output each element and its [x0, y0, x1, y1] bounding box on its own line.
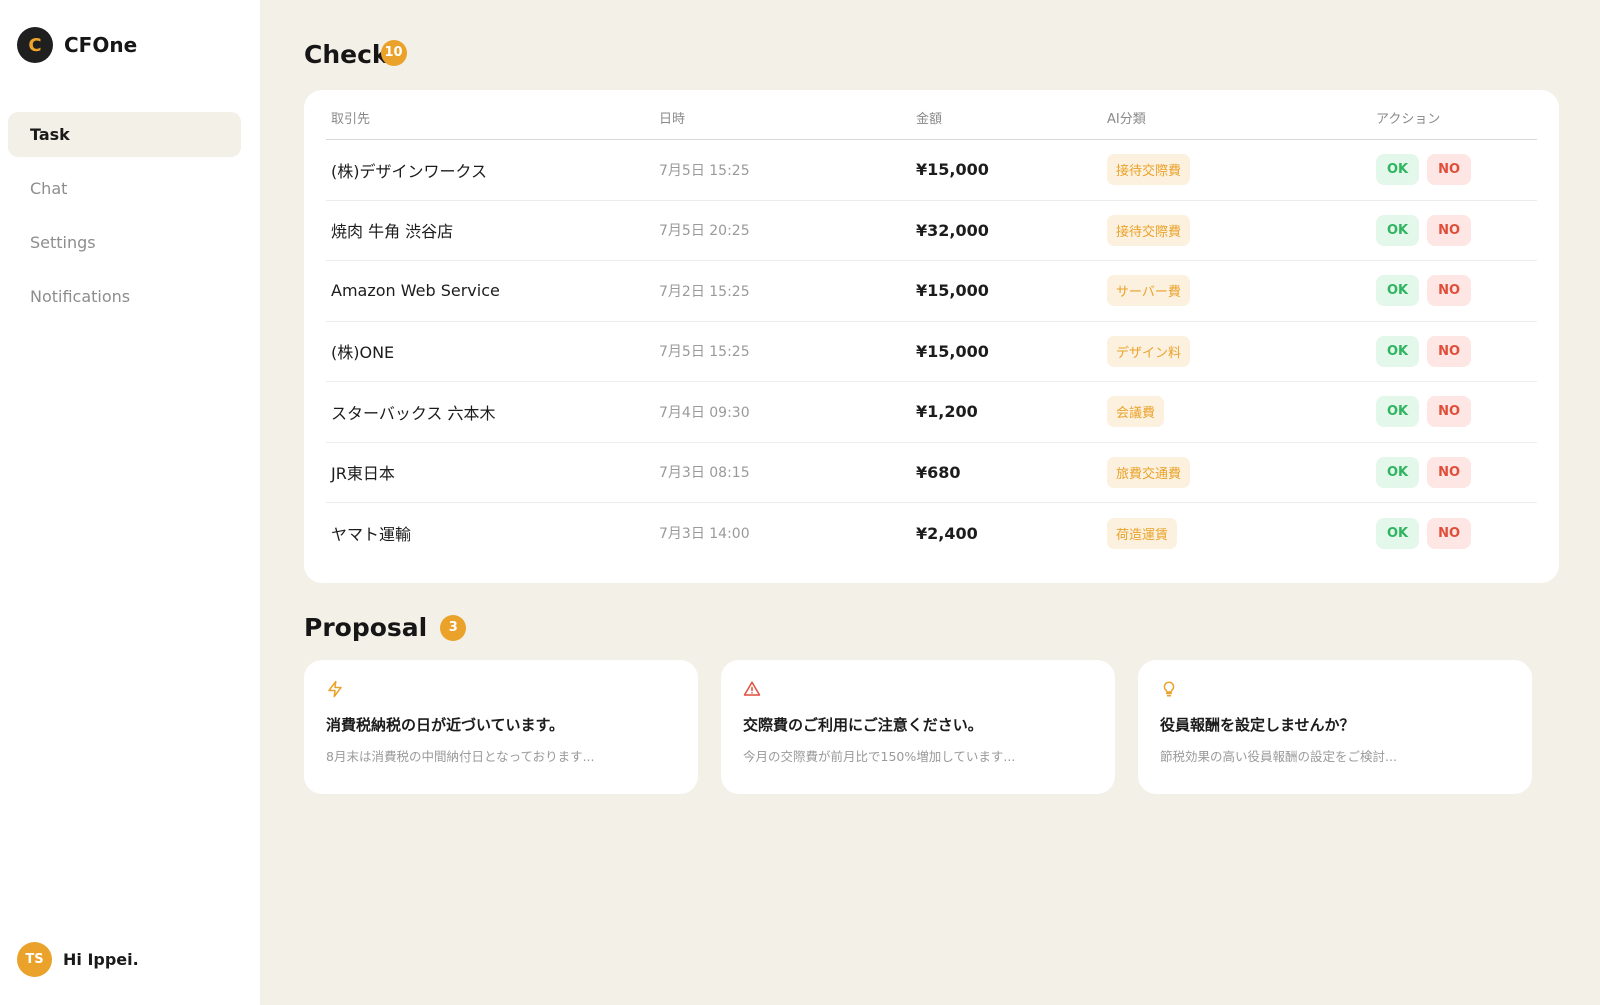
partner-cell: JR東日本 — [331, 464, 395, 484]
action-buttons: OK NO — [1376, 154, 1472, 186]
proposal-card-description: 8月末は消費税の中間納付日となっております... — [326, 749, 595, 764]
ai-category-tag: 会議費 — [1107, 396, 1165, 428]
table-row: Amazon Web Service 7月2日 15:25 ¥15,000 サーバー費… — [326, 261, 1537, 322]
ai-category-tag: デザイン料 — [1107, 335, 1191, 367]
partner-cell: 焼肉 牛角 渋谷店 — [331, 222, 454, 242]
datetime-cell: 7月5日 15:25 — [659, 162, 750, 179]
column-header-amount: 金額 — [916, 112, 943, 127]
action-buttons: OK NO — [1376, 517, 1472, 549]
avatar: TS — [17, 942, 52, 977]
amount-cell: ¥1,200 — [916, 402, 978, 422]
datetime-cell: 7月5日 15:25 — [659, 344, 750, 361]
sidebar-nav: Task Chat Settings Notifications — [8, 112, 241, 328]
table-row: (株)デザインワークス 7月5日 15:25 ¥15,000 接待交際費 OK NO — [326, 140, 1537, 201]
partner-cell: (株)ONE — [331, 343, 395, 363]
ok-button[interactable]: OK — [1376, 214, 1420, 246]
ai-category-tag: 旅費交通費 — [1107, 456, 1191, 488]
brand[interactable]: C CFOne — [17, 27, 137, 63]
ok-button[interactable]: OK — [1376, 275, 1420, 307]
brand-name: CFOne — [64, 33, 138, 57]
amount-cell: ¥32,000 — [916, 220, 989, 240]
ok-button[interactable]: OK — [1376, 517, 1420, 549]
lightning-icon — [328, 680, 342, 698]
ok-button[interactable]: OK — [1376, 335, 1420, 367]
proposal-cards: 消費税納税の日が近づいています。 8月末は消費税の中間納付日となっております..… — [304, 660, 1532, 794]
partner-cell: スターバックス 六本木 — [331, 403, 496, 423]
proposal-title: Proposal — [304, 613, 428, 642]
amount-cell: ¥15,000 — [916, 341, 989, 361]
amount-cell: ¥680 — [916, 462, 961, 482]
no-button[interactable]: NO — [1427, 214, 1472, 246]
check-section-header: Check 10 — [304, 39, 407, 69]
no-button[interactable]: NO — [1427, 275, 1472, 307]
datetime-cell: 7月5日 20:25 — [659, 223, 750, 240]
action-buttons: OK NO — [1376, 456, 1472, 488]
no-button[interactable]: NO — [1427, 154, 1472, 186]
datetime-cell: 7月3日 14:00 — [659, 526, 750, 543]
partner-cell: ヤマト運輸 — [331, 525, 412, 545]
proposal-card-description: 今月の交際費が前月比で150%増加しています... — [743, 749, 1016, 764]
amount-cell: ¥15,000 — [916, 281, 989, 301]
check-title: Check — [304, 40, 389, 69]
amount-cell: ¥2,400 — [916, 523, 978, 543]
action-buttons: OK NO — [1376, 335, 1472, 367]
proposal-section-header: Proposal 3 — [304, 613, 467, 642]
table-header: 取引先 日時 金額 AI分類 アクション — [326, 90, 1537, 140]
sidebar: C CFOne Task Chat Settings Notifications… — [0, 0, 260, 1005]
proposal-count-badge: 3 — [440, 614, 467, 641]
ai-category-tag: 荷造運賃 — [1107, 517, 1178, 549]
no-button[interactable]: NO — [1427, 396, 1472, 428]
brand-logo: C — [17, 27, 53, 63]
partner-cell: Amazon Web Service — [331, 281, 500, 301]
ai-category-tag: サーバー費 — [1107, 275, 1190, 307]
column-header-partner: 取引先 — [331, 112, 371, 127]
table-row: JR東日本 7月3日 08:15 ¥680 旅費交通費 OK NO — [326, 443, 1537, 503]
ai-category-tag: 接待交際費 — [1107, 214, 1191, 246]
proposal-card[interactable]: 消費税納税の日が近づいています。 8月末は消費税の中間納付日となっております..… — [304, 660, 698, 794]
user-profile[interactable]: TS Hi Ippei. — [17, 942, 139, 977]
amount-cell: ¥15,000 — [916, 160, 989, 180]
table-row: 焼肉 牛角 渋谷店 7月5日 20:25 ¥32,000 接待交際費 OK NO — [326, 201, 1537, 261]
proposal-card[interactable]: 役員報酬を設定しませんか？ 節税効果の高い役員報酬の設定をご検討... — [1138, 660, 1532, 794]
sidebar-item-notifications[interactable]: Notifications — [8, 274, 241, 319]
sidebar-item-chat[interactable]: Chat — [8, 166, 241, 211]
ok-button[interactable]: OK — [1376, 396, 1420, 428]
column-header-ai-category: AI分類 — [1107, 112, 1146, 127]
table-row: スターバックス 六本木 7月4日 09:30 ¥1,200 会議費 OK NO — [326, 382, 1537, 443]
datetime-cell: 7月4日 09:30 — [659, 404, 750, 421]
check-count-badge: 10 — [380, 39, 407, 66]
proposal-card-title: 交際費のご利用にご注意ください。 — [743, 716, 983, 734]
table-body: (株)デザインワークス 7月5日 15:25 ¥15,000 接待交際費 OK NO 焼肉 … — [326, 140, 1537, 564]
ai-category-tag: 接待交際費 — [1107, 154, 1191, 186]
proposal-card-description: 節税効果の高い役員報酬の設定をご検討... — [1160, 749, 1397, 764]
table-row: ヤマト運輸 7月3日 14:00 ¥2,400 荷造運賃 OK NO — [326, 503, 1537, 564]
column-header-action: アクション — [1376, 112, 1441, 127]
ok-button[interactable]: OK — [1376, 154, 1420, 186]
proposal-card-title: 消費税納税の日が近づいています。 — [326, 716, 565, 734]
partner-cell: (株)デザインワークス — [331, 161, 488, 181]
column-header-datetime: 日時 — [659, 112, 686, 127]
ok-button[interactable]: OK — [1376, 456, 1420, 488]
no-button[interactable]: NO — [1427, 335, 1472, 367]
sidebar-item-task[interactable]: Task — [8, 112, 241, 157]
user-greeting: Hi Ippei. — [63, 950, 139, 969]
proposal-card-title: 役員報酬を設定しませんか？ — [1160, 716, 1355, 734]
action-buttons: OK NO — [1376, 214, 1472, 246]
no-button[interactable]: NO — [1427, 517, 1472, 549]
proposal-card[interactable]: 交際費のご利用にご注意ください。 今月の交際費が前月比で150%増加しています.… — [721, 660, 1115, 794]
datetime-cell: 7月2日 15:25 — [659, 283, 750, 300]
lightbulb-icon — [1163, 681, 1175, 697]
check-table: 取引先 日時 金額 AI分類 アクション (株)デザインワークス 7月5日 15:… — [326, 90, 1537, 564]
sidebar-item-settings[interactable]: Settings — [8, 220, 241, 265]
no-button[interactable]: NO — [1427, 456, 1472, 488]
table-row: (株)ONE 7月5日 15:25 ¥15,000 デザイン料 OK NO — [326, 322, 1537, 382]
warning-icon — [743, 681, 761, 696]
action-buttons: OK NO — [1376, 396, 1472, 428]
check-table-card: 取引先 日時 金額 AI分類 アクション (株)デザインワークス 7月5日 15:… — [304, 90, 1559, 583]
action-buttons: OK NO — [1376, 275, 1472, 307]
datetime-cell: 7月3日 08:15 — [659, 465, 750, 482]
